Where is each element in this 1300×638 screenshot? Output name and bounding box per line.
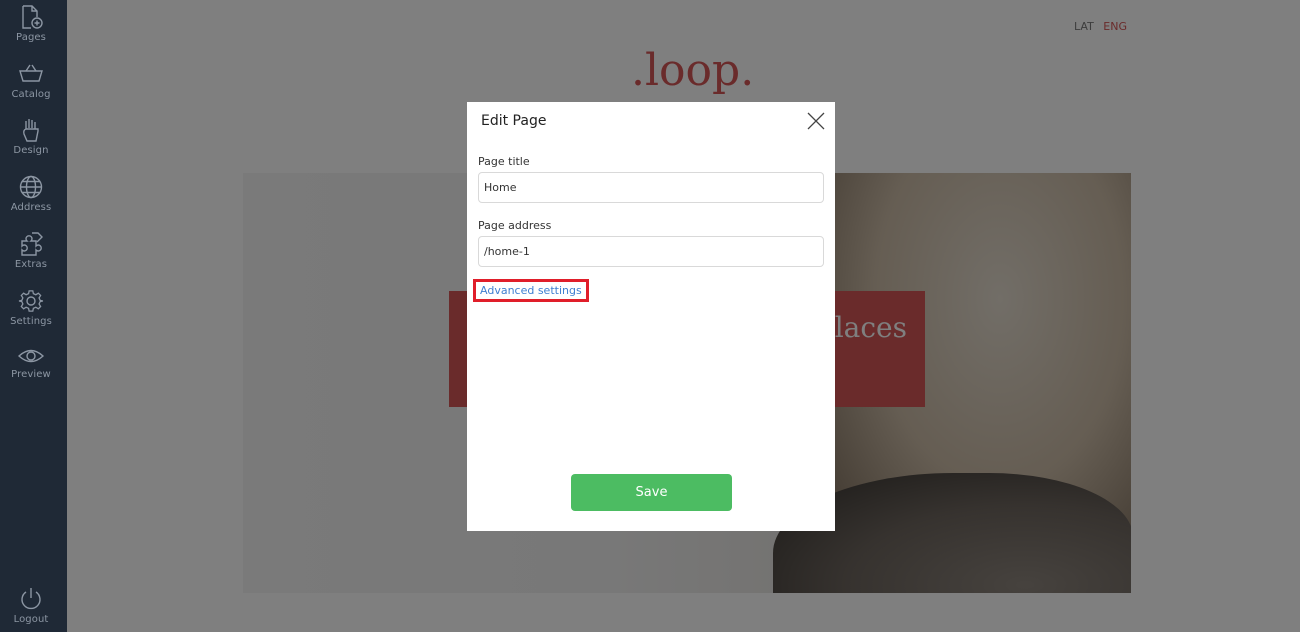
page-address-input[interactable]	[478, 236, 824, 267]
basket-icon	[19, 64, 43, 82]
logout-label: Logout	[13, 614, 49, 625]
page-address-label: Page address	[478, 219, 552, 232]
globe-icon	[19, 175, 43, 199]
logout-button[interactable]: Logout	[0, 586, 62, 638]
sidebar: Pages Catalog Design Address Extras Sett…	[0, 0, 67, 632]
gear-icon	[18, 290, 44, 312]
sidebar-item-label: Design	[13, 145, 49, 156]
page-title-label: Page title	[478, 155, 530, 168]
page-add-icon	[22, 5, 43, 29]
sidebar-item-address[interactable]: Address	[0, 174, 62, 226]
sidebar-item-catalog[interactable]: Catalog	[0, 61, 62, 113]
page-title-input[interactable]	[478, 172, 824, 203]
sidebar-item-label: Preview	[11, 369, 51, 380]
power-icon	[21, 588, 41, 610]
hand-icon	[23, 119, 39, 142]
dialog-title: Edit Page	[481, 113, 547, 129]
sidebar-item-extras[interactable]: Extras	[0, 231, 62, 283]
advanced-settings-link[interactable]: Advanced settings	[473, 279, 589, 302]
edit-page-dialog: Edit Page Page title Page address Advanc…	[467, 102, 835, 531]
sidebar-item-label: Extras	[14, 259, 48, 270]
eye-icon	[18, 349, 44, 363]
puzzle-icon	[21, 232, 43, 256]
sidebar-item-label: Address	[10, 202, 52, 213]
sidebar-item-label: Catalog	[11, 89, 51, 100]
sidebar-item-preview[interactable]: Preview	[0, 345, 62, 397]
sidebar-item-pages[interactable]: Pages	[0, 4, 62, 56]
save-button[interactable]: Save	[571, 474, 732, 511]
sidebar-item-design[interactable]: Design	[0, 117, 62, 169]
close-icon[interactable]	[807, 112, 825, 130]
sidebar-item-label: Settings	[10, 316, 52, 327]
sidebar-item-label: Pages	[16, 32, 46, 43]
sidebar-item-settings[interactable]: Settings	[0, 288, 62, 340]
